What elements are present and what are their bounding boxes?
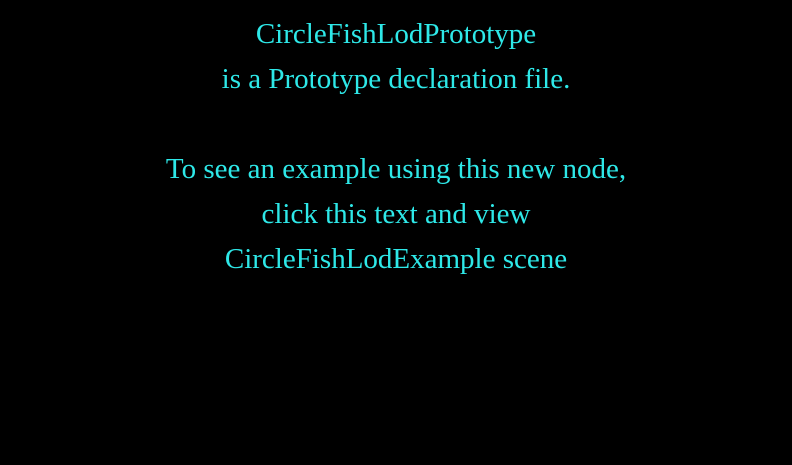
scene-viewport: CircleFishLodPrototype is a Prototype de… — [0, 0, 792, 465]
example-link-line-2[interactable]: click this text and view — [0, 192, 792, 237]
prototype-description-text: is a Prototype declaration file. — [221, 63, 571, 95]
example-scene-link[interactable]: To see an example using this new node, c… — [0, 147, 792, 282]
prototype-name-text: CircleFishLodPrototype — [255, 18, 537, 50]
example-link-line-1[interactable]: To see an example using this new node, — [0, 147, 792, 192]
example-link-line-3[interactable]: CircleFishLodExample scene — [0, 237, 792, 282]
prototype-description: CircleFishLodPrototype is a Prototype de… — [0, 12, 792, 102]
